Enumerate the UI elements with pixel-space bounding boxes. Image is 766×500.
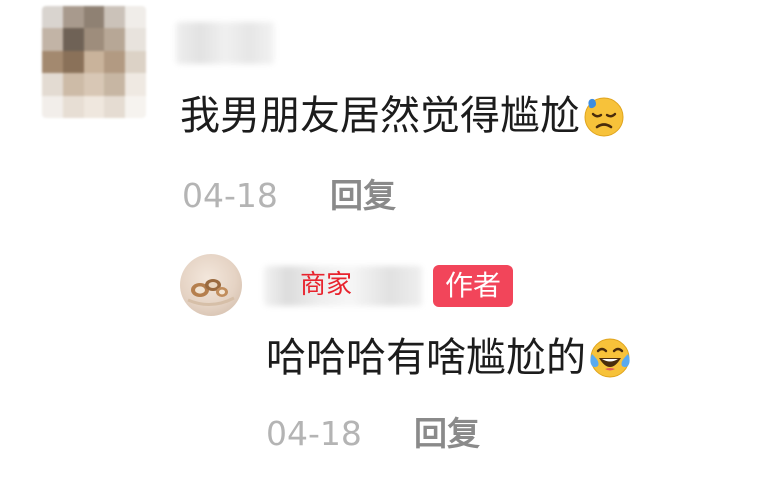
comment-body: 我男朋友居然觉得尴尬 (180, 92, 626, 140)
comment-text: 我男朋友居然觉得尴尬 (180, 93, 580, 139)
rolling-laughing-emoji-icon (588, 336, 632, 380)
sweat-sad-emoji-icon (582, 94, 626, 138)
reply-text: 哈哈哈有啥尴尬的 (266, 335, 586, 381)
merchant-tag: 商家 (300, 270, 353, 300)
avatar[interactable] (42, 6, 146, 118)
comment-date: 04-18 (182, 176, 278, 215)
username-redacted[interactable] (176, 22, 274, 64)
reply-button[interactable]: 回复 (414, 414, 480, 454)
avatar[interactable] (180, 254, 242, 316)
author-badge: 作者 (433, 265, 514, 307)
reply-body: 哈哈哈有啥尴尬的 (266, 334, 632, 382)
reply-date: 04-18 (266, 414, 362, 453)
reply-button[interactable]: 回复 (330, 176, 396, 216)
comment-thread: 我男朋友居然觉得尴尬 04-18 回复 商家 作者 哈哈哈有啥尴尬的 04-18… (0, 0, 766, 500)
